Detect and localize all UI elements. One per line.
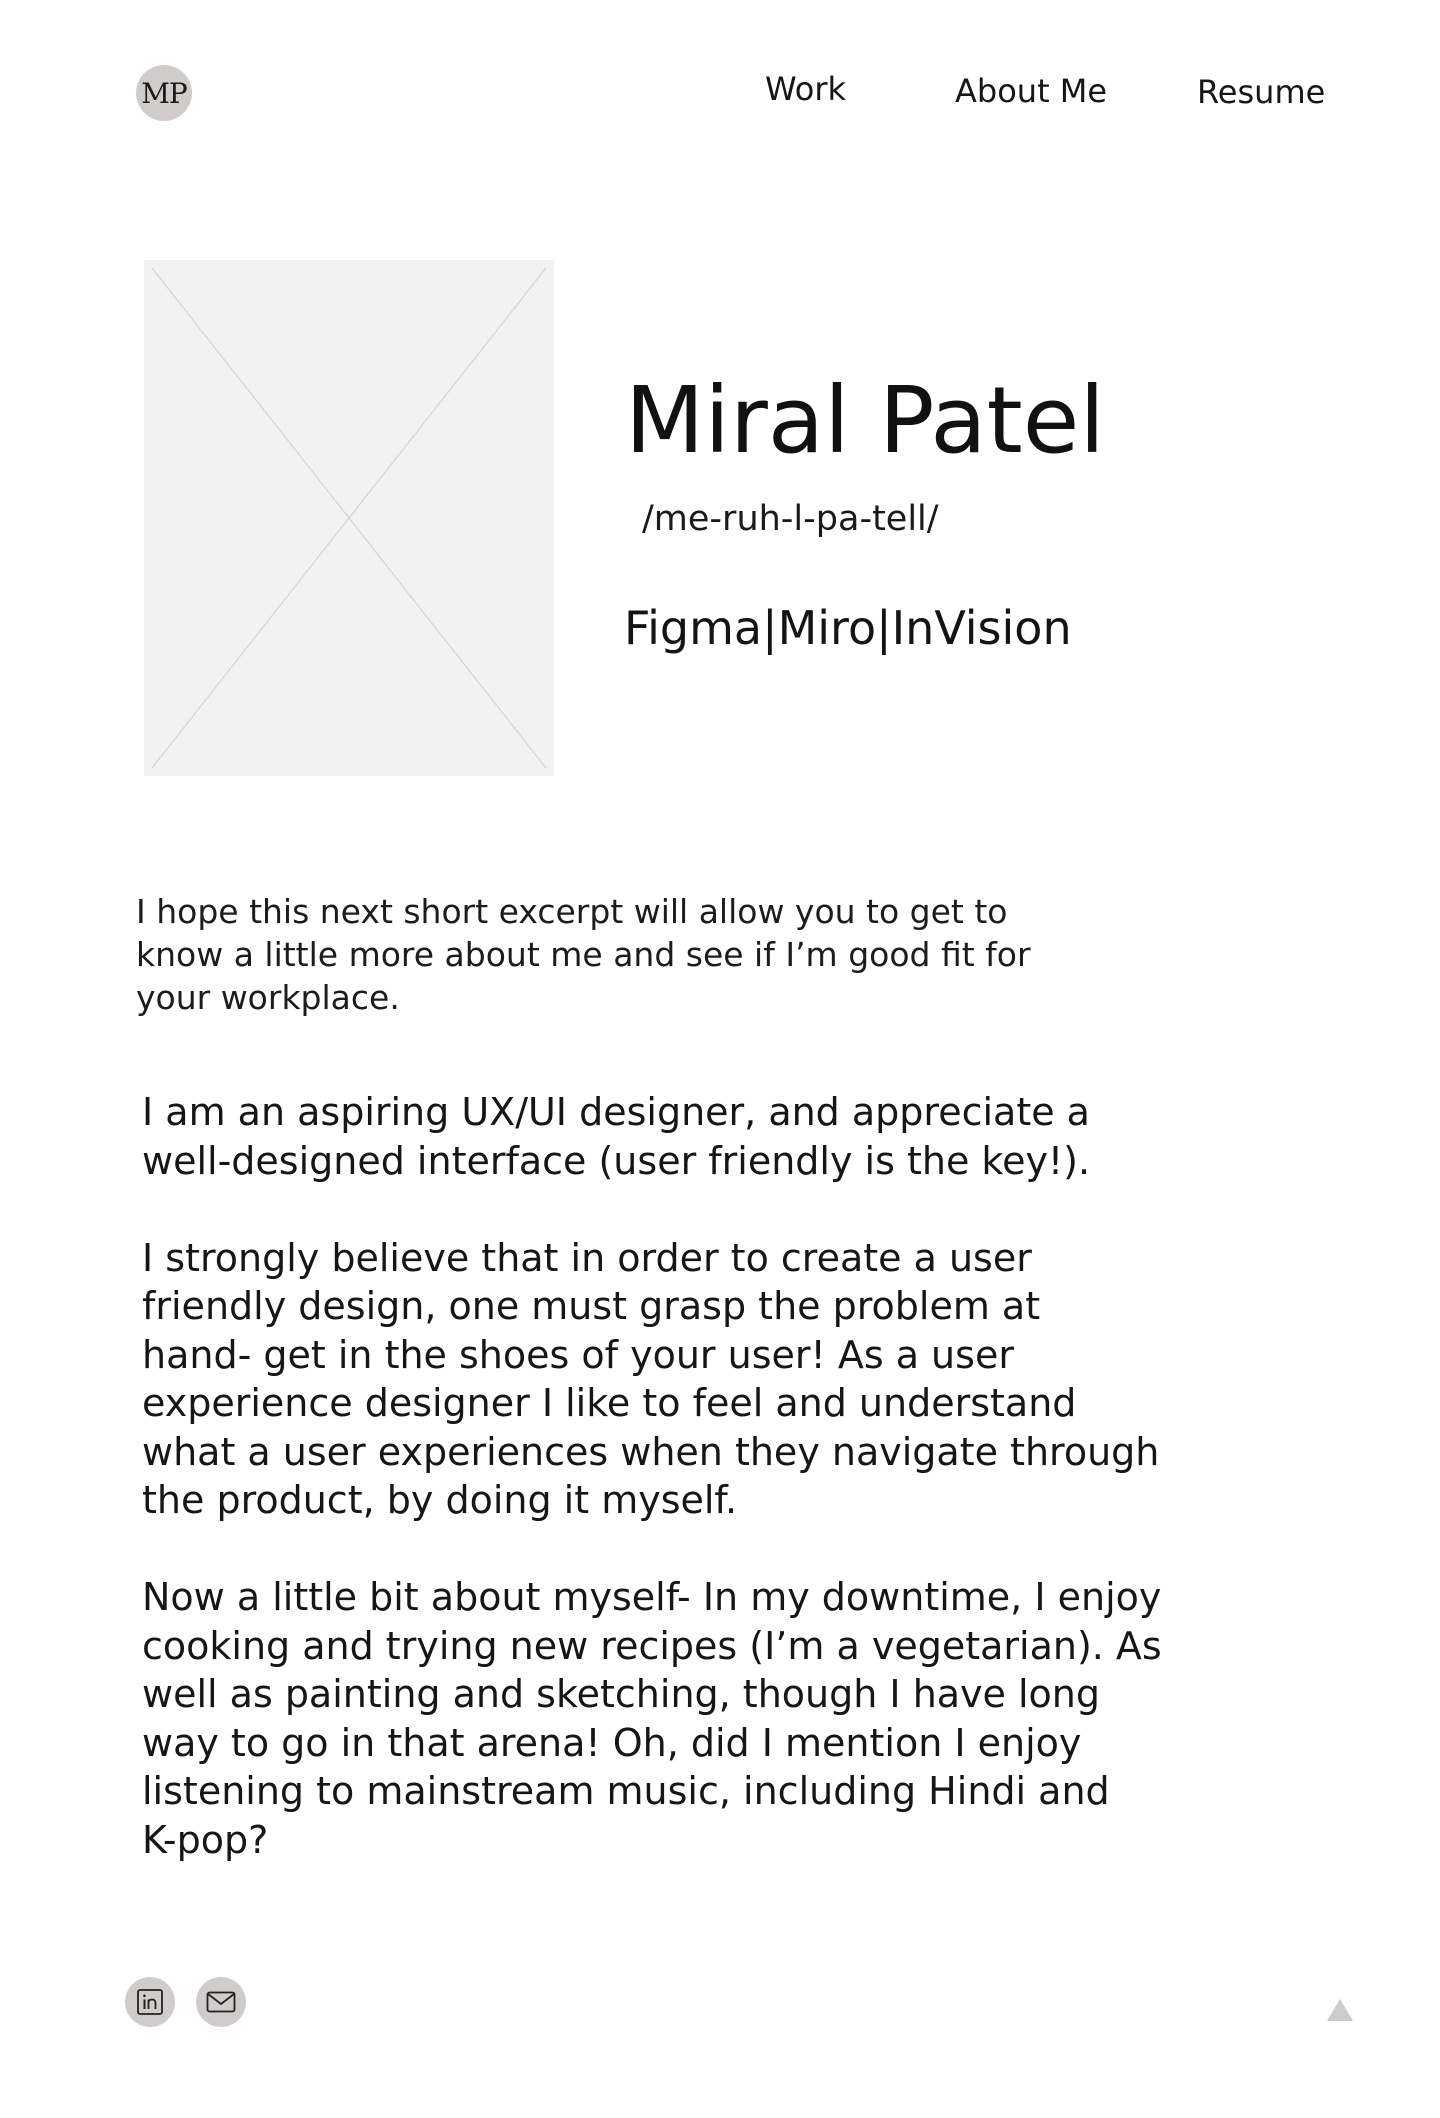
bio-line: Now a little bit about myself- In my dow… (142, 1575, 1162, 1619)
logo-text: MP (141, 76, 188, 110)
linkedin-button[interactable] (125, 1977, 175, 2027)
nav-link-about-me[interactable]: About Me (955, 75, 1107, 107)
bio-paragraph-2: I strongly believe that in order to crea… (142, 1234, 1242, 1525)
bio-line: K-pop? (142, 1817, 269, 1862)
intro-line: your workplace. (136, 978, 400, 1017)
profile-photo-placeholder (144, 260, 554, 776)
back-to-top-button[interactable] (1326, 1998, 1354, 2022)
triangle-up-icon (1327, 1999, 1353, 2021)
bio-line: well as painting and sketching, though I… (142, 1672, 1101, 1716)
mail-icon (206, 1991, 236, 2013)
profile-name: Miral Patel (625, 367, 1105, 474)
bio-line: way to go in that arena! Oh, did I menti… (142, 1720, 1082, 1765)
nav-link-resume[interactable]: Resume (1197, 76, 1325, 108)
bio-line: what a user experiences when they naviga… (142, 1429, 1160, 1474)
image-placeholder-icon (151, 267, 547, 769)
intro-line: know a little more about me and see if I… (136, 935, 1031, 974)
bio-line: the product, by doing it myself. (142, 1478, 738, 1522)
bio-line: listening to mainstream music, including… (142, 1769, 1110, 1813)
bio-line: experience designer I like to feel and u… (142, 1381, 1077, 1425)
linkedin-icon (137, 1989, 163, 2015)
intro-text: I hope this next short excerpt will allo… (136, 890, 1136, 1019)
bio-line: I strongly believe that in order to crea… (142, 1235, 1032, 1280)
bio-line: cooking and trying new recipes (I’m a ve… (142, 1623, 1162, 1668)
intro-line: I hope this next short excerpt will allo… (136, 892, 1008, 931)
bio-line: well-designed interface (user friendly i… (142, 1138, 1091, 1183)
bio-line: hand- get in the shoes of your user! As … (142, 1332, 1014, 1377)
bio-text: I am an aspiring UX/UI designer, and app… (142, 1088, 1242, 1913)
bio-line: friendly design, one must grasp the prob… (142, 1284, 1041, 1328)
design-tools-list: Figma|Miro|InVision (624, 601, 1072, 655)
logo-home-link[interactable]: MP (136, 65, 192, 121)
bio-line: I am an aspiring UX/UI designer, and app… (142, 1090, 1090, 1134)
name-pronunciation: /me-ruh-l-pa-tell/ (642, 499, 939, 539)
bio-paragraph-3: Now a little bit about myself- In my dow… (142, 1573, 1242, 1864)
email-button[interactable] (196, 1977, 246, 2027)
bio-paragraph-1: I am an aspiring UX/UI designer, and app… (142, 1088, 1242, 1185)
nav-link-work[interactable]: Work (765, 73, 846, 105)
